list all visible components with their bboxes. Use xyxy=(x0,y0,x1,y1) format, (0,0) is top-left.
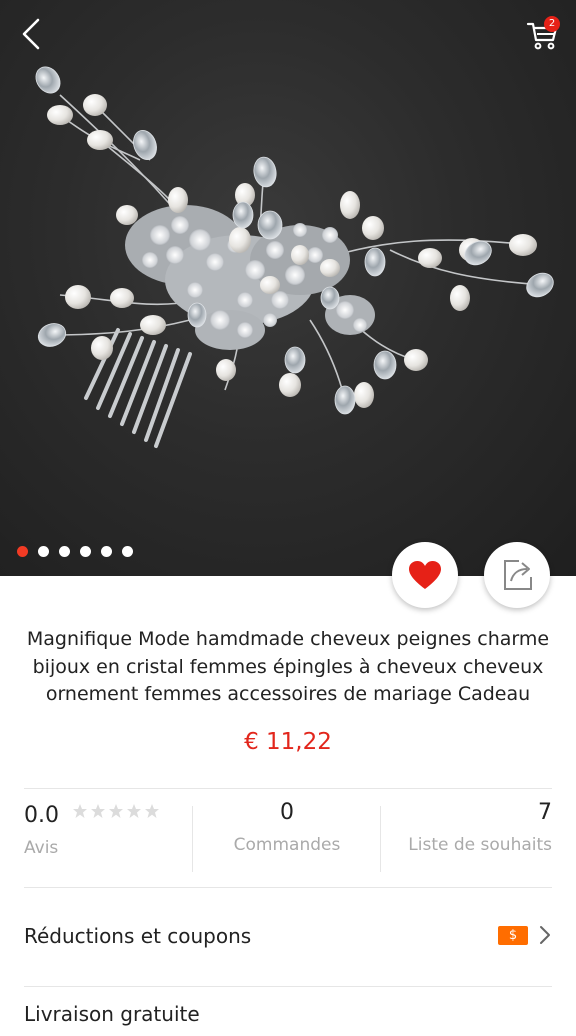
coupon-icon: $ xyxy=(498,925,528,945)
rating-label: Avis xyxy=(24,838,59,858)
cart-count-badge: 2 xyxy=(544,16,560,32)
shipping-label: Livraison gratuite xyxy=(24,1002,200,1026)
back-button[interactable] xyxy=(12,14,52,54)
coupons-row[interactable]: Réductions et coupons $ xyxy=(24,918,552,958)
gallery-dot[interactable] xyxy=(17,546,28,557)
divider xyxy=(24,986,552,987)
shipping-row[interactable]: Livraison gratuite xyxy=(24,996,552,1036)
cart-button[interactable]: 2 xyxy=(522,14,562,54)
gallery-dot[interactable] xyxy=(101,546,112,557)
orders-label: Commandes xyxy=(233,835,341,855)
wishlist-button[interactable] xyxy=(392,542,458,608)
gallery-dot[interactable] xyxy=(59,546,70,557)
wishlist-count: 7 xyxy=(538,800,552,825)
share-icon xyxy=(504,560,532,590)
product-title: Magnifique Mode hamdmade cheveux peignes… xyxy=(26,628,550,705)
product-image xyxy=(35,66,554,448)
orders-value: 0 xyxy=(280,800,294,825)
chevron-right-icon xyxy=(540,926,550,944)
gallery-dot[interactable] xyxy=(38,546,49,557)
divider xyxy=(380,806,381,872)
gallery-dot[interactable] xyxy=(80,546,91,557)
gallery-dot[interactable] xyxy=(122,546,133,557)
divider xyxy=(192,806,193,872)
wishlist-label: Liste de souhaits xyxy=(408,835,552,855)
orders-stat: 0 Commandes xyxy=(194,800,380,874)
product-stats: 0.0 Avis 0 Commandes 7 Liste de souhaits xyxy=(24,800,552,880)
product-image-gallery[interactable]: 2 xyxy=(0,0,576,576)
wishlist-stat: 7 Liste de souhaits xyxy=(382,800,552,874)
coupons-label: Réductions et coupons xyxy=(24,924,252,948)
rating-value: 0.0 xyxy=(24,803,59,828)
divider xyxy=(24,788,552,789)
product-price: € 11,22 xyxy=(244,729,332,755)
share-button[interactable] xyxy=(484,542,550,608)
gallery-pagination xyxy=(17,546,133,557)
rating-stars-icon xyxy=(72,800,164,825)
rating-stat[interactable]: 0.0 Avis xyxy=(24,800,192,874)
heart-icon xyxy=(409,561,441,589)
back-arrow-icon xyxy=(22,18,40,50)
divider xyxy=(24,887,552,888)
